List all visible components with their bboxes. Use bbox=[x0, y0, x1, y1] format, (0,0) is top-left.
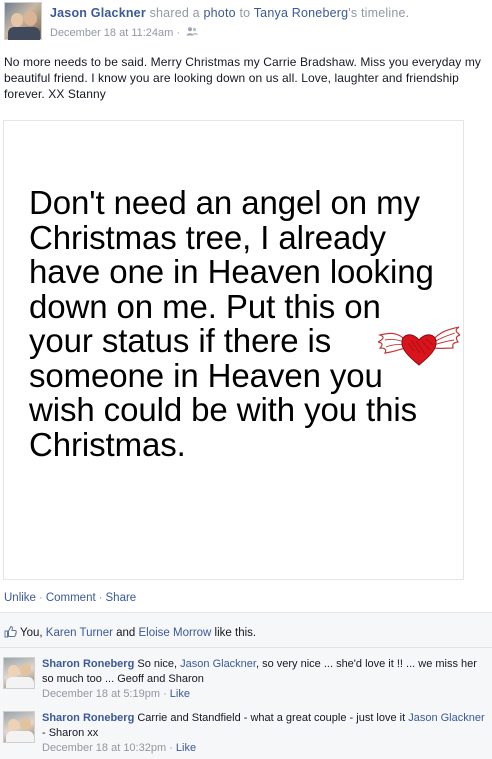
commenter-name[interactable]: Sharon Roneberg bbox=[42, 712, 134, 724]
post-header: Jason Glackner shared a photo to Tanya R… bbox=[4, 2, 488, 42]
quote-line: down on me. Put this on bbox=[29, 287, 381, 325]
quote-line: have one in Heaven looking bbox=[29, 253, 434, 290]
friends-icon[interactable] bbox=[186, 27, 198, 39]
comment-body: Sharon Roneberg Carrie and Standfield - … bbox=[42, 711, 487, 756]
comment-timestamp[interactable]: December 18 at 10:32pm bbox=[42, 742, 166, 754]
mention-link[interactable]: Jason Glackner bbox=[408, 712, 484, 724]
comment-text: Carrie and Standfield - what a great cou… bbox=[134, 712, 409, 724]
photo-link[interactable]: photo bbox=[204, 6, 236, 20]
likes-prefix: You, bbox=[20, 627, 46, 639]
post-headline: Jason Glackner shared a photo to Tanya R… bbox=[50, 6, 409, 20]
comment-text: So nice, bbox=[134, 658, 181, 670]
post-actions: Unlike · Comment · Share bbox=[4, 592, 136, 604]
post-timestamp[interactable]: December 18 at 11:24am bbox=[50, 27, 173, 39]
unlike-link[interactable]: Unlike bbox=[4, 592, 36, 604]
action-text: shared a bbox=[145, 6, 204, 20]
feedback-section: You, Karen Turner and Eloise Morrow like… bbox=[0, 612, 492, 759]
post-meta: December 18 at 11:24am · bbox=[50, 27, 198, 39]
meta-separator: · bbox=[173, 27, 184, 39]
commenter-avatar[interactable] bbox=[3, 657, 35, 689]
comment-meta: December 18 at 5:19pm · Like bbox=[42, 687, 487, 702]
commenter-name[interactable]: Sharon Roneberg bbox=[42, 658, 134, 670]
target-link[interactable]: Tanya Roneberg bbox=[254, 6, 349, 20]
divider bbox=[0, 647, 492, 648]
action-dot: · bbox=[38, 592, 43, 604]
liker-link[interactable]: Eloise Morrow bbox=[139, 627, 212, 639]
share-link[interactable]: Share bbox=[106, 592, 137, 604]
target-suffix: 's timeline. bbox=[348, 6, 410, 20]
comment-meta: December 18 at 10:32pm · Like bbox=[42, 741, 487, 756]
thumbs-up-icon bbox=[4, 625, 17, 641]
comment-link[interactable]: Comment bbox=[46, 592, 96, 604]
mention-link[interactable]: Jason Glackner bbox=[180, 658, 256, 670]
shared-photo[interactable]: Don't need an angel on my Christmas tree… bbox=[3, 120, 464, 580]
likes-suffix: like this. bbox=[211, 627, 257, 639]
comment-like-link[interactable]: Like bbox=[170, 688, 190, 700]
comment-text: - Sharon xx bbox=[42, 727, 99, 739]
post-message: No more needs to be said. Merry Christma… bbox=[4, 55, 482, 101]
winged-heart-icon bbox=[376, 321, 462, 367]
quote-line: Don't need an angel on my bbox=[29, 184, 420, 221]
quote-line: Christmas tree, I already bbox=[29, 218, 386, 256]
comment-timestamp[interactable]: December 18 at 5:19pm bbox=[42, 688, 160, 700]
meta-separator: · bbox=[166, 742, 176, 754]
likes-sentence: You, Karen Turner and Eloise Morrow like… bbox=[4, 625, 256, 641]
author-link[interactable]: Jason Glackner bbox=[50, 6, 146, 20]
quote-line: wish could be with you this bbox=[29, 391, 417, 428]
commenter-avatar[interactable] bbox=[3, 711, 35, 743]
comment-like-link[interactable]: Like bbox=[176, 742, 196, 754]
author-avatar[interactable] bbox=[4, 2, 42, 40]
quote-line: Christmas. bbox=[29, 425, 186, 463]
comment-body: Sharon Roneberg So nice, Jason Glackner,… bbox=[42, 657, 487, 702]
meta-separator: · bbox=[160, 688, 170, 700]
likes-and: and bbox=[112, 627, 139, 639]
liker-link[interactable]: Karen Turner bbox=[46, 627, 113, 639]
to-text: to bbox=[235, 6, 254, 20]
action-dot: · bbox=[98, 592, 103, 604]
